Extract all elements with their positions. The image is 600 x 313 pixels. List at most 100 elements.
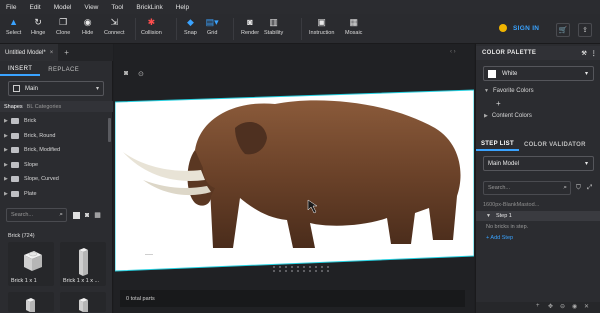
shape-category-brick[interactable]: ▶ Brick xyxy=(0,114,113,129)
add-step-button[interactable]: + Add Step xyxy=(486,235,513,241)
chevron-down-icon: ▾ xyxy=(95,86,99,92)
add-favorite-color-button[interactable]: + xyxy=(496,99,501,108)
select-tool-button[interactable]: ▲ Select xyxy=(6,17,21,36)
connect-icon: ⇲ xyxy=(110,17,119,27)
brush-icon[interactable]: ⚒ xyxy=(581,50,587,57)
expand-icon[interactable]: ⤢ xyxy=(587,184,592,192)
render-button[interactable]: ◙ Render xyxy=(241,17,259,36)
collision-toggle[interactable]: ✱ Collision xyxy=(141,17,162,36)
model-select[interactable]: Main Model ▾ xyxy=(483,156,594,171)
move-icon[interactable]: ✥ xyxy=(548,303,553,310)
shape-category-brick-modified[interactable]: ▶ Brick, Modified xyxy=(0,143,113,158)
favorite-colors-section[interactable]: ▼ Favorite Colors xyxy=(484,88,534,94)
add-tab-icon[interactable]: + xyxy=(64,48,69,57)
hinge-tool-button[interactable]: ↻ Hinge xyxy=(31,17,45,36)
chevron-right-icon: ▶ xyxy=(4,147,8,154)
grid-button[interactable]: ▤▾ Grid xyxy=(205,17,219,36)
connect-button[interactable]: ⇲ Connect xyxy=(104,17,125,36)
close-tab-icon[interactable]: × xyxy=(50,50,54,56)
chevron-right-icon: ▶ xyxy=(4,161,8,168)
brick-search-input[interactable]: Search... ⌕ xyxy=(6,208,67,222)
hide-button[interactable]: ◉ Hide xyxy=(82,17,93,36)
step-search-input[interactable]: Search... ⌕ xyxy=(483,181,571,195)
palette-select[interactable]: Main ▾ xyxy=(8,81,104,96)
snap-label: Snap xyxy=(184,30,197,36)
more-icon[interactable]: ⋮ xyxy=(591,50,597,57)
model-select-value: Main Model xyxy=(488,160,520,167)
menu-help[interactable]: Help xyxy=(176,4,189,11)
shape-category-label: Brick xyxy=(24,118,37,125)
brick-modified-icon xyxy=(11,147,19,154)
search-icon[interactable]: ⌕ xyxy=(59,211,63,219)
reference-image-plane[interactable]: 〰〰 xyxy=(115,88,474,274)
clone-label: Clone xyxy=(56,30,71,36)
lock-icon[interactable]: ⊖ xyxy=(560,303,565,310)
menu-bricklink[interactable]: BrickLink xyxy=(136,4,162,11)
add-icon[interactable]: + xyxy=(536,303,540,309)
step-row[interactable]: ▼ Step 1 xyxy=(476,211,600,221)
grid-label: Grid xyxy=(207,30,218,36)
shape-category-slope[interactable]: ▶ Slope xyxy=(0,158,113,173)
camera-icon[interactable]: ◙ xyxy=(85,212,89,219)
empty-step-message: No bricks in step. xyxy=(486,224,529,230)
hinge-icon: ↻ xyxy=(34,17,42,27)
image-signature: 〰〰 xyxy=(145,252,153,257)
content-colors-section[interactable]: ▶ Content Colors xyxy=(484,113,532,119)
upload-button[interactable]: ⇪ xyxy=(578,23,592,37)
left-panel: Untitled Model* × + INSERT REPLACE Main … xyxy=(0,44,113,313)
slope-curved-icon xyxy=(11,176,19,183)
stability-button[interactable]: ▥ Stability xyxy=(264,17,283,36)
tab-replace[interactable]: REPLACE xyxy=(40,64,87,76)
shape-category-plate[interactable]: ▶ Plate xyxy=(0,187,113,202)
shape-category-label: Plate xyxy=(24,190,37,197)
shape-category-slope-curved[interactable]: ▶ Slope, Curved xyxy=(0,172,113,187)
snap-icon: ◆ xyxy=(186,17,194,27)
select-label: Select xyxy=(6,30,22,36)
brick-image xyxy=(26,298,35,312)
color-select[interactable]: White ▾ xyxy=(483,66,594,81)
snap-button[interactable]: ◆ Snap xyxy=(184,17,197,36)
filter-icon[interactable]: ⛉ xyxy=(576,184,581,192)
instruction-button[interactable]: ▣ Instruction xyxy=(309,17,334,36)
grid-icon: ▤▾ xyxy=(205,17,219,27)
eye-icon[interactable]: ◉ xyxy=(572,303,577,310)
panel-nav-arrows[interactable]: ‹ › xyxy=(450,49,456,55)
mosaic-button[interactable]: ▦ Mosaic xyxy=(345,17,362,36)
grid-view-icon[interactable]: ▦ xyxy=(94,211,101,219)
image-plane-handle[interactable] xyxy=(270,264,336,274)
menu-view[interactable]: View xyxy=(84,4,98,11)
brick-tile[interactable] xyxy=(60,292,106,312)
shape-category-label: Brick, Modified xyxy=(24,147,61,154)
delete-icon[interactable]: ✕ xyxy=(584,303,589,310)
shape-category-label: Brick, Round xyxy=(24,132,56,139)
sign-in-button[interactable]: SIGN IN xyxy=(499,24,539,32)
shape-category-label: Slope xyxy=(24,161,39,168)
cart-button[interactable]: 🛒 xyxy=(556,23,570,37)
menu-tool[interactable]: Tool xyxy=(111,4,123,11)
tab-step-list[interactable]: STEP LIST xyxy=(476,139,519,151)
shape-list-scrollbar[interactable] xyxy=(108,118,111,142)
status-bar: 0 total parts xyxy=(120,290,465,307)
brick-tile[interactable] xyxy=(8,292,54,312)
tab-insert[interactable]: INSERT xyxy=(0,64,41,76)
reset-view-icon[interactable]: ⊙ xyxy=(138,70,144,78)
shapes-title[interactable]: Shapes xyxy=(4,104,23,110)
search-icon[interactable]: ⌕ xyxy=(563,184,567,192)
clone-button[interactable]: ❐ Clone xyxy=(56,17,70,36)
brick-tile-label: Brick 1 x 1 xyxy=(11,278,37,284)
tab-color-validator[interactable]: COLOR VALIDATOR xyxy=(519,139,591,151)
model-tab[interactable]: Untitled Model* × xyxy=(0,44,59,61)
connect-label: Connect xyxy=(104,30,125,36)
bl-categories-tab[interactable]: BL Categories xyxy=(27,104,62,110)
camera-icon: ◙ xyxy=(247,17,253,27)
camera-icon[interactable]: ◙ xyxy=(124,70,128,77)
menu-file[interactable]: File xyxy=(6,4,16,11)
menu-model[interactable]: Model xyxy=(54,4,72,11)
brick-tile[interactable]: Brick 1 x 1 x ... xyxy=(60,242,106,286)
menu-edit[interactable]: Edit xyxy=(29,4,40,11)
shape-category-brick-round[interactable]: ▶ Brick, Round xyxy=(0,129,113,144)
brick-tile[interactable]: Brick 1 x 1 xyxy=(8,242,54,286)
color-filter-icon[interactable] xyxy=(73,211,80,219)
toolbar-divider xyxy=(135,18,136,40)
chevron-right-icon: ▶ xyxy=(4,132,8,139)
